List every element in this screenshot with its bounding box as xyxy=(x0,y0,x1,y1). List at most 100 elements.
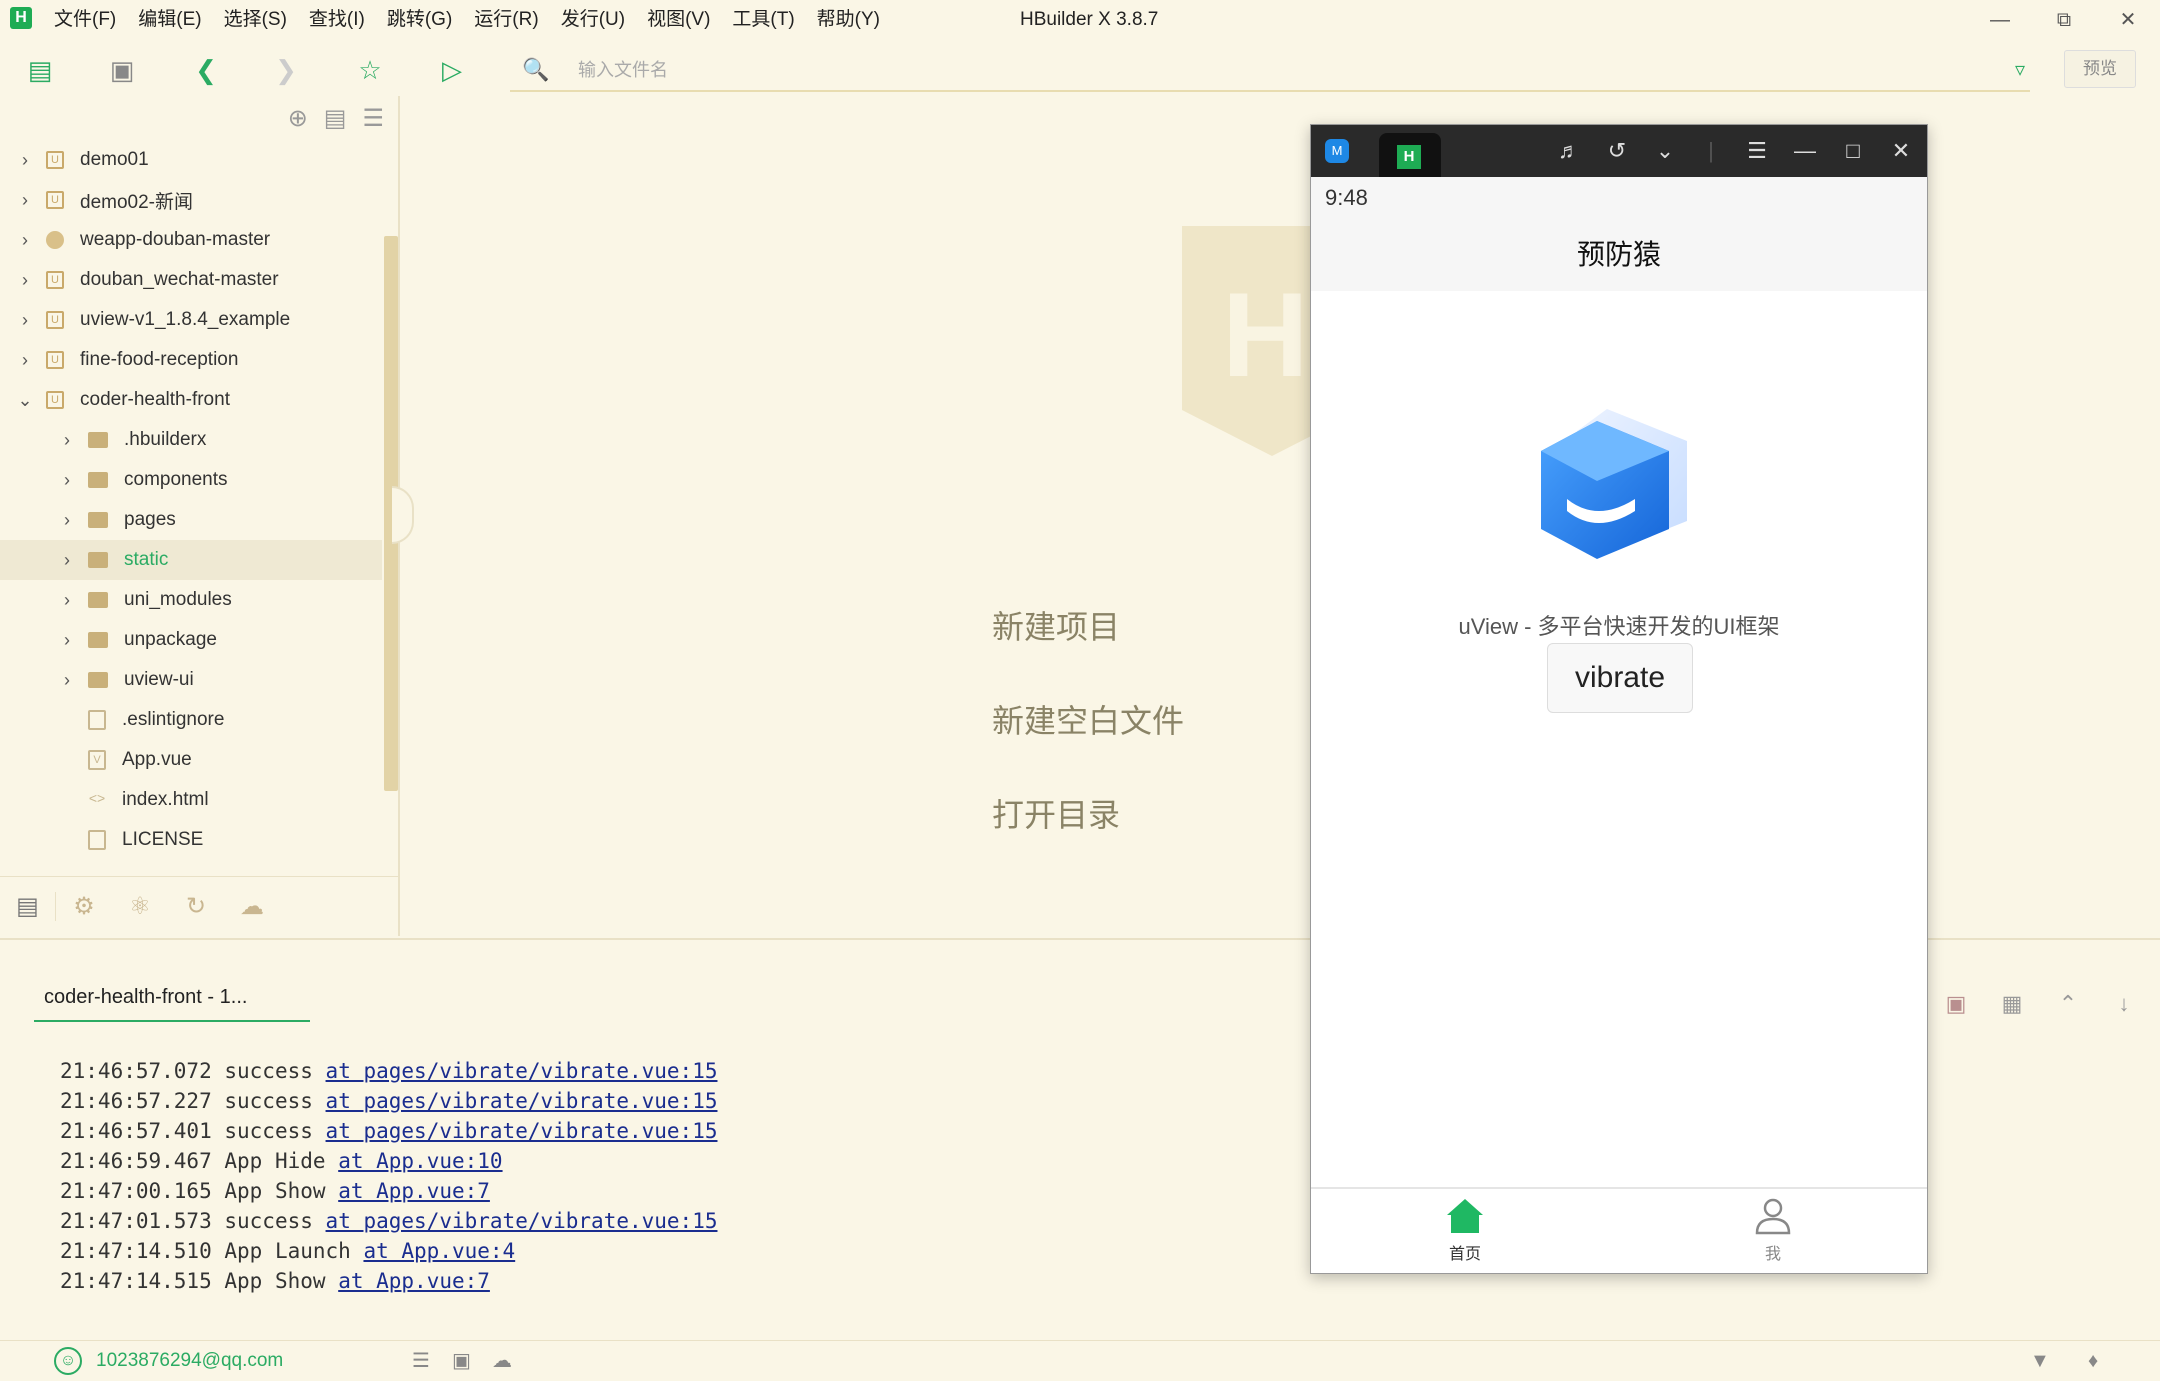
tree-item[interactable]: .eslintignore xyxy=(0,700,382,740)
file-search-input[interactable]: 输入文件名 xyxy=(510,48,2030,92)
hbuilder-tab[interactable]: H xyxy=(1379,133,1441,177)
new-file-icon[interactable]: ▤ xyxy=(20,50,60,90)
chevron-right-icon[interactable]: › xyxy=(56,430,78,451)
tree-item[interactable]: › Udemo02-新闻 xyxy=(0,180,382,220)
scroll-lock-icon[interactable]: ↓ xyxy=(2104,984,2144,1024)
user-account[interactable]: 1023876294@qq.com xyxy=(96,1341,283,1381)
chevron-right-icon[interactable]: › xyxy=(14,350,36,371)
preview-button[interactable]: 预览 xyxy=(2064,50,2136,88)
collapse-all-icon[interactable]: ▤ xyxy=(324,104,347,133)
tree-item[interactable]: › weapp-douban-master xyxy=(0,220,382,260)
menu-item[interactable]: 选择(S) xyxy=(224,0,287,40)
user-avatar-icon[interactable]: ☺ xyxy=(54,1347,82,1375)
chevron-right-icon[interactable]: › xyxy=(56,550,78,571)
forward-icon[interactable]: ❯ xyxy=(266,50,306,90)
list-icon[interactable]: ☰ xyxy=(412,1341,430,1381)
cloud-status-icon[interactable]: ☁ xyxy=(492,1341,512,1381)
chevron-down-icon[interactable]: ⌄ xyxy=(14,390,36,411)
console-tab[interactable]: coder-health-front - 1... xyxy=(44,986,247,1009)
debug-icon[interactable]: ⚛ xyxy=(112,892,168,921)
open-directory-link[interactable]: 打开目录 xyxy=(992,790,1120,836)
tab-me[interactable]: 我 xyxy=(1713,1197,1833,1264)
tab-home[interactable]: 首页 xyxy=(1405,1197,1525,1264)
tree-item[interactable]: main.js xyxy=(0,860,382,870)
menu-item[interactable]: 帮助(Y) xyxy=(817,0,880,40)
chevron-down-icon[interactable]: ⌄ xyxy=(1645,133,1685,169)
tree-item[interactable]: › Ufine-food-reception xyxy=(0,340,382,380)
menu-item[interactable]: 查找(I) xyxy=(309,0,365,40)
log-source-link[interactable]: at App.vue:7 xyxy=(338,1269,490,1293)
run-icon[interactable]: ▷ xyxy=(432,50,472,90)
tree-item[interactable]: › pages xyxy=(0,500,382,540)
new-project-link[interactable]: 新建项目 xyxy=(992,602,1120,648)
new-blank-file-link[interactable]: 新建空白文件 xyxy=(992,696,1184,742)
log-source-link[interactable]: at pages/vibrate/vibrate.vue:15 xyxy=(326,1059,718,1083)
tree-item[interactable]: › Uuview-v1_1.8.4_example xyxy=(0,300,382,340)
tree-item[interactable]: › unpackage xyxy=(0,620,382,660)
log-source-link[interactable]: at pages/vibrate/vibrate.vue:15 xyxy=(326,1089,718,1113)
chevron-right-icon[interactable]: › xyxy=(56,630,78,651)
bell-icon[interactable]: ♦ xyxy=(2088,1341,2098,1381)
chevron-right-icon[interactable]: › xyxy=(14,310,36,331)
mumu-icon[interactable]: M xyxy=(1325,139,1349,163)
tree-item[interactable]: › uview-ui xyxy=(0,660,382,700)
minimize-icon[interactable]: — xyxy=(1968,0,2032,40)
emu-minimize-icon[interactable]: — xyxy=(1785,133,1825,169)
stop-icon[interactable]: ▣ xyxy=(1936,984,1976,1024)
chevron-right-icon[interactable]: › xyxy=(56,510,78,531)
tree-item[interactable]: LICENSE xyxy=(0,820,382,860)
tree-item[interactable]: › .hbuilderx xyxy=(0,420,382,460)
log-source-link[interactable]: at App.vue:7 xyxy=(338,1179,490,1203)
download-icon[interactable]: ▼ xyxy=(2030,1341,2050,1381)
log-source-link[interactable]: at pages/vibrate/vibrate.vue:15 xyxy=(326,1119,718,1143)
chevron-right-icon[interactable]: › xyxy=(56,470,78,491)
emu-maximize-icon[interactable]: □ xyxy=(1833,133,1873,169)
menu-item[interactable]: 文件(F) xyxy=(54,0,116,40)
chevron-right-icon[interactable]: › xyxy=(14,190,36,211)
clear-console-icon[interactable]: ▦ xyxy=(1992,984,2032,1024)
sidebar-menu-icon[interactable]: ☰ xyxy=(362,104,384,133)
maximize-panel-icon[interactable]: ⌃ xyxy=(2048,984,2088,1024)
chevron-right-icon[interactable]: › xyxy=(56,590,78,611)
chevron-right-icon[interactable]: › xyxy=(14,230,36,251)
chevron-right-icon[interactable]: › xyxy=(56,670,78,691)
close-icon[interactable]: ✕ xyxy=(2096,0,2160,40)
cloud-icon[interactable]: ☁ xyxy=(224,892,280,921)
menu-item[interactable]: 编辑(E) xyxy=(138,0,201,40)
menu-item[interactable]: 运行(R) xyxy=(474,0,538,40)
tree-item[interactable]: ⌄ Ucoder-health-front xyxy=(0,380,382,420)
back-icon[interactable]: ❮ xyxy=(186,50,226,90)
rotate-icon[interactable]: ↺ xyxy=(1597,133,1637,169)
log-source-link[interactable]: at App.vue:10 xyxy=(338,1149,502,1173)
tree-item[interactable]: › Udouban_wechat-master xyxy=(0,260,382,300)
menu-item[interactable]: 工具(T) xyxy=(732,0,794,40)
chevron-right-icon[interactable]: › xyxy=(14,150,36,171)
terminal-icon[interactable]: ▣ xyxy=(452,1341,471,1381)
star-icon[interactable]: ☆ xyxy=(350,50,390,90)
folder-icon xyxy=(88,632,108,648)
filter-icon[interactable]: ▿ xyxy=(2000,50,2040,90)
vibrate-button[interactable]: vibrate xyxy=(1547,643,1693,713)
menu-item[interactable]: 发行(U) xyxy=(561,0,625,40)
log-source-link[interactable]: at App.vue:4 xyxy=(363,1239,515,1263)
tree-item[interactable]: › components xyxy=(0,460,382,500)
sidebar-toggle[interactable] xyxy=(392,486,414,544)
restore-icon[interactable]: ⧉ xyxy=(2032,0,2096,40)
tree-item[interactable]: › Udemo01 xyxy=(0,140,382,180)
project-manager-icon[interactable]: ▤ xyxy=(0,892,56,921)
tree-item[interactable]: V App.vue xyxy=(0,740,382,780)
emu-close-icon[interactable]: ✕ xyxy=(1881,133,1921,169)
volume-icon[interactable]: ♬ xyxy=(1549,133,1589,169)
tree-item[interactable]: <> index.html xyxy=(0,780,382,820)
git-icon[interactable]: ↻ xyxy=(168,892,224,921)
chevron-right-icon[interactable]: › xyxy=(14,270,36,291)
locate-icon[interactable]: ⊕ xyxy=(288,104,308,133)
menu-item[interactable]: 跳转(G) xyxy=(387,0,452,40)
save-icon[interactable]: ▣ xyxy=(102,50,142,90)
log-source-link[interactable]: at pages/vibrate/vibrate.vue:15 xyxy=(326,1209,718,1233)
menu-item[interactable]: 视图(V) xyxy=(647,0,710,40)
tree-item[interactable]: › static xyxy=(0,540,382,580)
plugin-icon[interactable]: ⚙ xyxy=(56,892,112,921)
menu-icon[interactable]: ☰ xyxy=(1737,133,1777,169)
tree-item[interactable]: › uni_modules xyxy=(0,580,382,620)
